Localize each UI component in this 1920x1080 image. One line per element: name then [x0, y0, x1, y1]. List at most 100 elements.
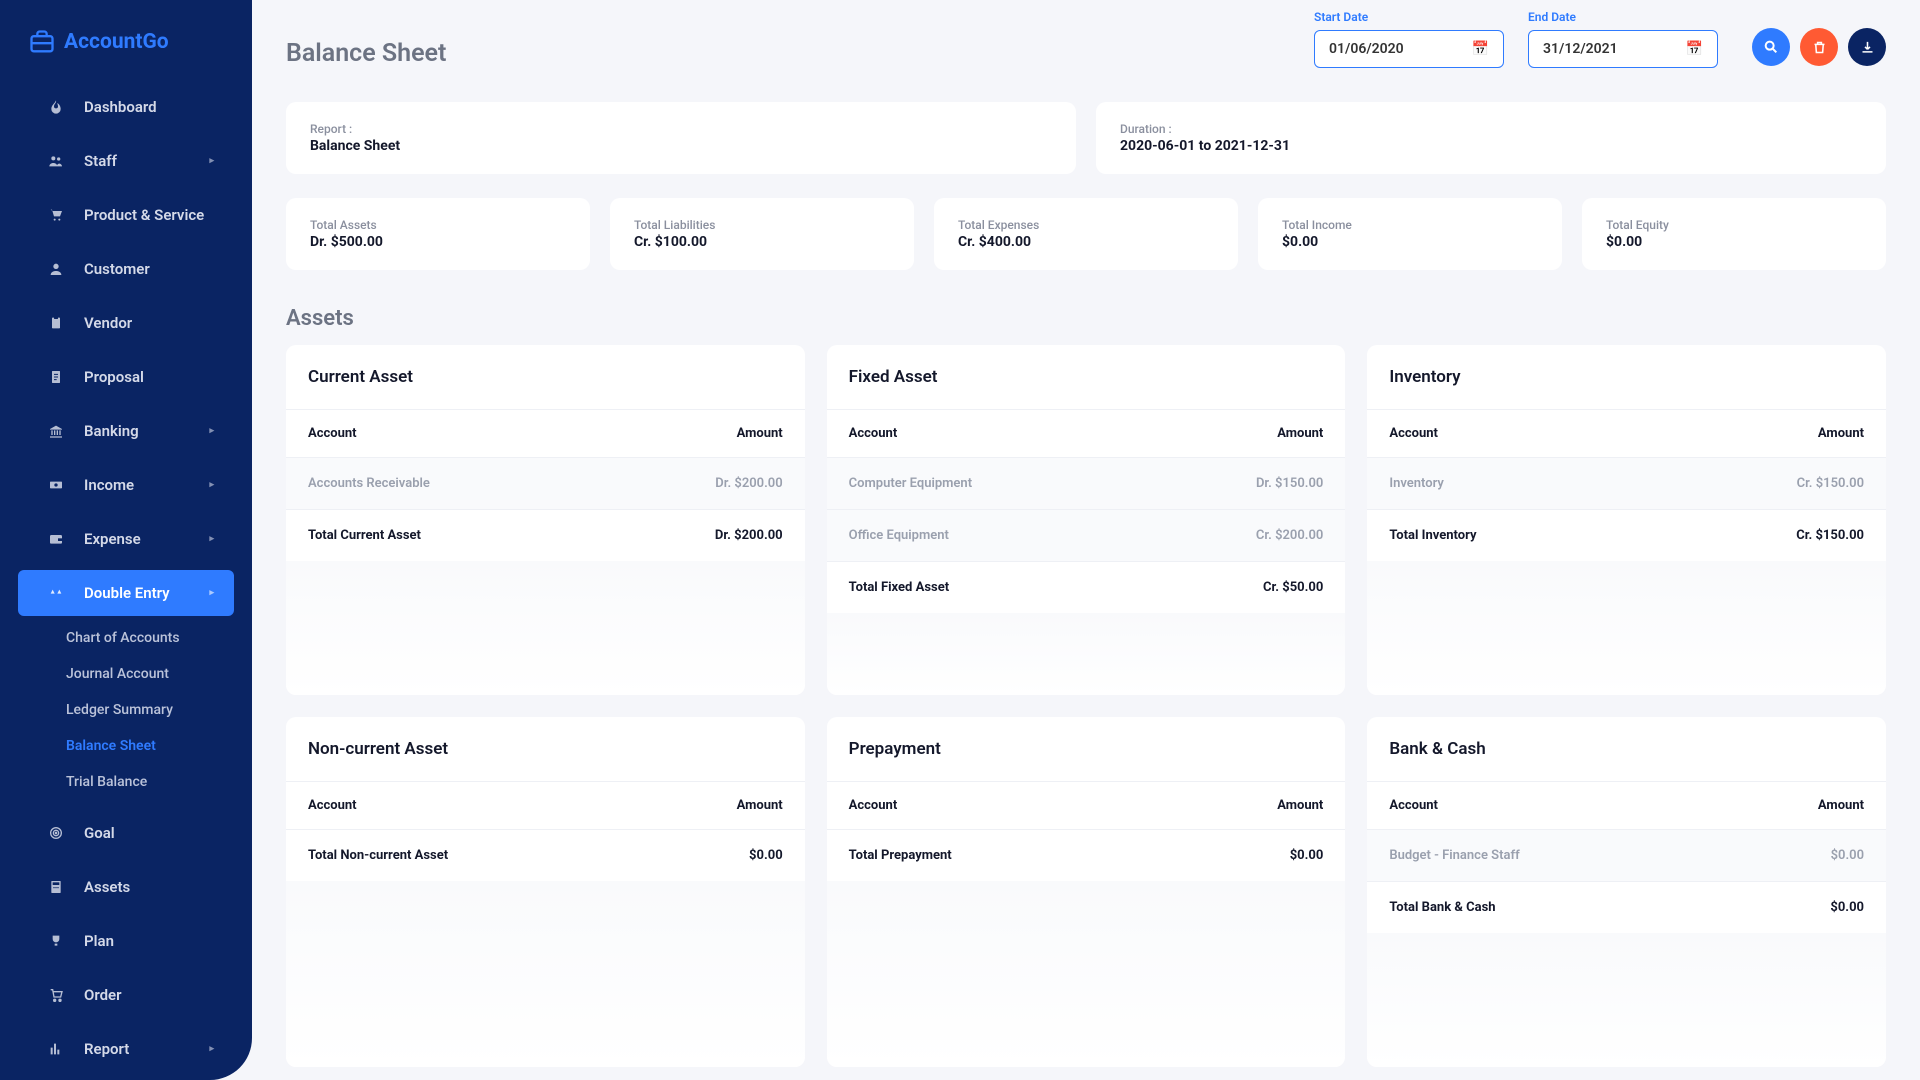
sidebar: AccountGo Dashboard Staff▸ Product & Servi…	[0, 0, 252, 1080]
trophy-icon	[46, 933, 66, 949]
subnav-item-balance-sheet[interactable]: Balance Sheet	[0, 728, 252, 764]
end-date-input[interactable]: 31/12/2021 📅	[1528, 30, 1718, 68]
asset-card: Inventory AccountAmount InventoryCr. $15…	[1367, 345, 1886, 695]
nav-item-label: Report	[84, 1040, 129, 1058]
summary-label: Total Income	[1282, 218, 1538, 232]
nav-item-label: Banking	[84, 422, 139, 440]
doc-icon	[46, 369, 66, 385]
total-amount: $0.00	[749, 848, 783, 863]
report-label: Report :	[310, 122, 1052, 136]
summary-value: $0.00	[1606, 234, 1862, 250]
summary-value: Dr. $500.00	[310, 234, 566, 250]
account-name: Accounts Receivable	[308, 476, 430, 491]
card-filler	[1367, 933, 1886, 1067]
download-button[interactable]	[1848, 28, 1886, 66]
summary-value: Cr. $100.00	[634, 234, 890, 250]
account-amount: Dr. $200.00	[715, 476, 782, 491]
nav-item-plan[interactable]: Plan	[18, 918, 234, 964]
total-amount: $0.00	[1290, 848, 1324, 863]
col-account: Account	[308, 426, 357, 441]
summary-card: Total Equity$0.00	[1582, 198, 1886, 270]
table-total: Total Fixed AssetCr. $50.00	[827, 561, 1346, 613]
table-header: AccountAmount	[827, 410, 1346, 457]
nav-item-proposal[interactable]: Proposal	[18, 354, 234, 400]
col-account: Account	[849, 798, 898, 813]
card-filler	[827, 613, 1346, 695]
page-header: Balance Sheet Start Date 01/06/2020 📅 En…	[286, 10, 1886, 68]
total-amount: Dr. $200.00	[715, 528, 783, 543]
nav-item-dashboard[interactable]: Dashboard	[18, 84, 234, 130]
subnav-item-chart-of-accounts[interactable]: Chart of Accounts	[0, 620, 252, 656]
nav-item-assets[interactable]: Assets	[18, 864, 234, 910]
asset-card: Current Asset AccountAmount Accounts Rec…	[286, 345, 805, 695]
chevron-right-icon: ▸	[209, 1044, 214, 1054]
asset-card: Non-current Asset AccountAmount Total No…	[286, 717, 805, 1067]
calendar-icon: 📅	[1686, 41, 1703, 57]
total-label: Total Current Asset	[308, 528, 421, 543]
nav-item-product-service[interactable]: Product & Service	[18, 192, 234, 238]
start-date-input[interactable]: 01/06/2020 📅	[1314, 30, 1504, 68]
summary-value: Cr. $400.00	[958, 234, 1214, 250]
start-date-value: 01/06/2020	[1329, 41, 1404, 57]
table-total: Total Current Asset Dr. $200.00	[286, 509, 805, 561]
card-filler	[827, 881, 1346, 1067]
account-name: Inventory	[1389, 476, 1444, 491]
nav-item-report[interactable]: Report ▸	[18, 1026, 234, 1072]
asset-card: Prepayment AccountAmount Total Prepaymen…	[827, 717, 1346, 1067]
search-button[interactable]	[1752, 28, 1790, 66]
end-date-group: End Date 31/12/2021 📅	[1528, 10, 1718, 68]
nav-item-label: Order	[84, 986, 122, 1004]
section-title-assets: Assets	[286, 306, 1886, 331]
nav-item-label: Dashboard	[84, 98, 157, 116]
nav-item-vendor[interactable]: Vendor	[18, 300, 234, 346]
nav-item-label: Product & Service	[84, 206, 204, 224]
summary-row: Total AssetsDr. $500.00 Total Liabilities…	[286, 198, 1886, 270]
table-total: Total Prepayment $0.00	[827, 829, 1346, 881]
subnav-item-journal-account[interactable]: Journal Account	[0, 656, 252, 692]
nav-item-income[interactable]: Income▸	[18, 462, 234, 508]
nav-item-label: Goal	[84, 824, 115, 842]
summary-value: $0.00	[1282, 234, 1538, 250]
delete-button[interactable]	[1800, 28, 1838, 66]
table-header: AccountAmount	[827, 782, 1346, 829]
user-icon	[46, 261, 66, 277]
summary-label: Total Expenses	[958, 218, 1214, 232]
nav-item-label: Vendor	[84, 314, 132, 332]
end-date-value: 31/12/2021	[1543, 41, 1618, 57]
col-amount: Amount	[737, 798, 783, 813]
total-label: Total Prepayment	[849, 848, 952, 863]
nav-item-order[interactable]: Order	[18, 972, 234, 1018]
summary-card: Total AssetsDr. $500.00	[286, 198, 590, 270]
subnav-item-ledger-summary[interactable]: Ledger Summary	[0, 692, 252, 728]
duration-info-card: Duration : 2020-06-01 to 2021-12-31	[1096, 102, 1886, 174]
nav-item-customer[interactable]: Customer	[18, 246, 234, 292]
col-account: Account	[849, 426, 898, 441]
asset-card: Fixed Asset AccountAmount Computer Equip…	[827, 345, 1346, 695]
brand-logo[interactable]: AccountGo	[0, 18, 252, 84]
trash-icon	[1812, 40, 1827, 55]
account-name: Office Equipment	[849, 528, 949, 543]
target-icon	[46, 825, 66, 841]
nav-item-label: Proposal	[84, 368, 144, 386]
asset-card-title: Inventory	[1367, 345, 1886, 410]
info-row: Report : Balance Sheet Duration : 2020-0…	[286, 102, 1886, 174]
nav-item-expense[interactable]: Expense▸	[18, 516, 234, 562]
account-amount: Dr. $150.00	[1256, 476, 1323, 491]
asset-card-title: Non-current Asset	[286, 717, 805, 782]
summary-card: Total LiabilitiesCr. $100.00	[610, 198, 914, 270]
subnav-item-trial-balance[interactable]: Trial Balance	[0, 764, 252, 800]
table-header: AccountAmount	[286, 410, 805, 457]
download-icon	[1860, 40, 1875, 55]
cash-icon	[46, 477, 66, 493]
nav-item-double-entry[interactable]: Double Entry▸	[18, 570, 234, 616]
total-label: Total Fixed Asset	[849, 580, 949, 595]
chevron-right-icon: ▸	[209, 588, 214, 598]
chevron-right-icon: ▸	[209, 156, 214, 166]
clipboard-icon	[46, 315, 66, 331]
calendar-icon: 📅	[1472, 41, 1489, 57]
nav-item-goal[interactable]: Goal	[18, 810, 234, 856]
chevron-right-icon: ▸	[209, 534, 214, 544]
col-account: Account	[1389, 798, 1438, 813]
nav-item-banking[interactable]: Banking▸	[18, 408, 234, 454]
nav-item-staff[interactable]: Staff▸	[18, 138, 234, 184]
